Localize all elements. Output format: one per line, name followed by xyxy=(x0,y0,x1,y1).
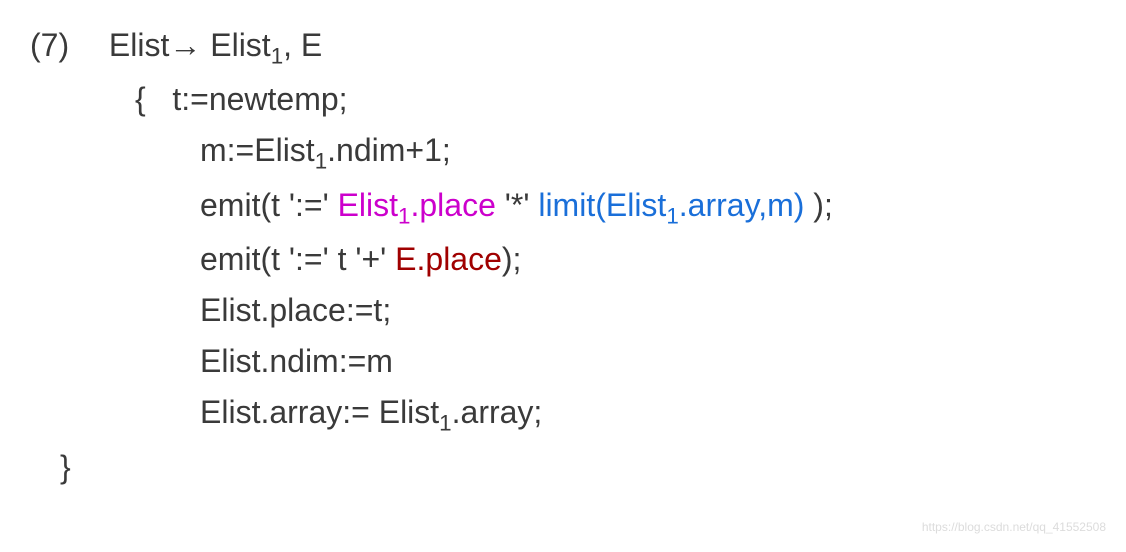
limit-expr: limit(Elist1.array,m) xyxy=(538,187,804,223)
text: m:=Elist xyxy=(200,132,315,168)
arrow: → xyxy=(169,27,201,63)
text: Elist xyxy=(338,187,398,223)
text: .ndim+1; xyxy=(327,132,451,168)
subscript: 1 xyxy=(271,43,283,68)
subscript: 1 xyxy=(666,203,678,228)
stmt-assign-array: Elist.array:= Elist1.array; xyxy=(30,387,1096,441)
stmt-emit-add: emit(t ':=' t '+' E.place); xyxy=(30,234,1096,285)
stmt-newtemp: t:=newtemp; xyxy=(172,81,347,117)
close-brace: } xyxy=(30,442,1096,493)
text: ); xyxy=(804,187,832,223)
text: emit(t ':=' t '+' xyxy=(200,241,395,277)
rule-number: (7) xyxy=(30,20,100,71)
open-brace-line: { t:=newtemp; xyxy=(30,74,1096,125)
production-rule-line: (7) Elist→ Elist1, E xyxy=(30,20,1096,74)
text: .place xyxy=(410,187,495,223)
production-rhs-part: , E xyxy=(283,27,322,63)
production-lhs: Elist xyxy=(109,27,169,63)
subscript: 1 xyxy=(398,203,410,228)
text: '*' xyxy=(496,187,538,223)
production-rhs-part: Elist xyxy=(210,27,270,63)
watermark: https://blog.csdn.net/qq_41552508 xyxy=(922,518,1106,537)
stmt-ndim: m:=Elist1.ndim+1; xyxy=(30,125,1096,179)
text: .array,m) xyxy=(679,187,805,223)
text: limit(Elist xyxy=(538,187,666,223)
stmt-assign-ndim: Elist.ndim:=m xyxy=(30,336,1096,387)
open-brace: { xyxy=(135,81,146,117)
text: ); xyxy=(502,241,522,277)
stmt-assign-place: Elist.place:=t; xyxy=(30,285,1096,336)
text: Elist.array:= Elist xyxy=(200,394,439,430)
e-place-expr: E.place xyxy=(395,241,502,277)
subscript: 1 xyxy=(315,149,327,174)
subscript: 1 xyxy=(439,411,451,436)
stmt-emit-mult: emit(t ':=' Elist1.place '*' limit(Elist… xyxy=(30,180,1096,234)
text: .array; xyxy=(452,394,543,430)
elist-place-expr: Elist1.place xyxy=(338,187,496,223)
text: emit(t ':=' xyxy=(200,187,338,223)
